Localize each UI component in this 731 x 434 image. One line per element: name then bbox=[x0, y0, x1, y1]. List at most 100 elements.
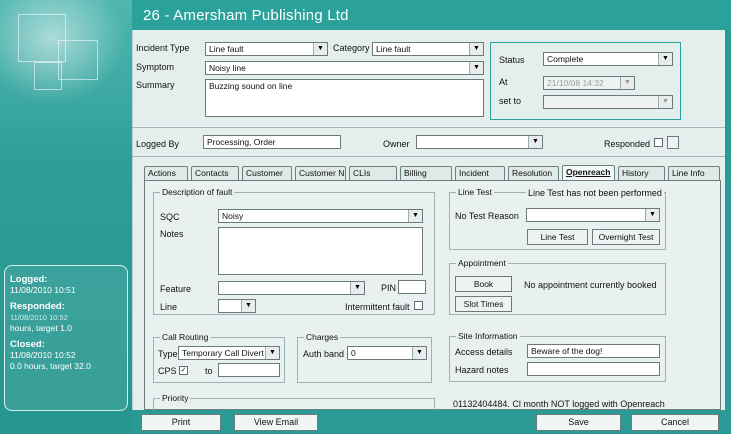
tab-clis[interactable]: CLIs bbox=[349, 166, 397, 180]
tab-billing[interactable]: Billing bbox=[400, 166, 452, 180]
call-routing-group-title: Call Routing bbox=[160, 332, 211, 342]
logged-label: Logged: bbox=[10, 274, 48, 285]
sqc-label: SQC bbox=[160, 212, 180, 222]
logged-by-field[interactable]: Processing, Order bbox=[203, 135, 341, 149]
at-label: At bbox=[499, 77, 508, 87]
sidebar-banner-image bbox=[0, 0, 132, 110]
category-select[interactable]: Line fault ▼ bbox=[372, 42, 484, 56]
slot-times-button[interactable]: Slot Times bbox=[455, 296, 512, 312]
tab-resolution[interactable]: Resolution bbox=[508, 166, 559, 180]
closed-label: Closed: bbox=[10, 339, 45, 350]
sqc-value: Noisy bbox=[222, 211, 244, 221]
line-test-group-title: Line Test bbox=[456, 187, 494, 197]
feature-select[interactable]: ▼ bbox=[218, 281, 365, 295]
to-label: to bbox=[205, 366, 213, 376]
print-button[interactable]: Print bbox=[141, 414, 221, 431]
chevron-down-icon[interactable]: ▼ bbox=[469, 43, 483, 55]
call-routing-type-value: Temporary Call Divert bbox=[182, 348, 264, 358]
owner-select[interactable]: ▼ bbox=[416, 135, 543, 149]
responded-flag-label: Responded bbox=[604, 139, 651, 149]
call-routing-type-select[interactable]: Temporary Call Divert ▼ bbox=[178, 346, 280, 360]
divider bbox=[132, 156, 725, 157]
auth-band-label: Auth band bbox=[303, 349, 345, 359]
chevron-down-icon[interactable]: ▼ bbox=[408, 210, 422, 222]
line-test-button[interactable]: Line Test bbox=[527, 229, 588, 245]
set-to-select[interactable]: ▼ bbox=[543, 95, 673, 109]
tab-customer-notes[interactable]: Customer N bbox=[295, 166, 346, 180]
tab-history[interactable]: History bbox=[618, 166, 665, 180]
category-value: Line fault bbox=[376, 44, 411, 54]
incident-type-select[interactable]: Line fault ▼ bbox=[205, 42, 328, 56]
auth-band-select[interactable]: 0 ▼ bbox=[347, 346, 427, 360]
tab-actions[interactable]: Actions bbox=[144, 166, 188, 180]
chevron-down-icon[interactable]: ▼ bbox=[412, 347, 426, 359]
logged-by-label: Logged By bbox=[136, 139, 180, 149]
responded-value: 11/08/2010 10:52 bbox=[10, 313, 68, 322]
hazard-notes-label: Hazard notes bbox=[455, 365, 509, 375]
chevron-down-icon[interactable]: ▼ bbox=[528, 136, 542, 148]
summary-value: Buzzing sound on line bbox=[209, 81, 293, 91]
chevron-down-icon[interactable]: ▼ bbox=[313, 43, 327, 55]
incident-type-value: Line fault bbox=[209, 44, 244, 54]
chevron-down-icon[interactable]: ▼ bbox=[658, 96, 672, 108]
chevron-down-icon[interactable]: ▼ bbox=[350, 282, 364, 294]
tab-openreach[interactable]: Openreach bbox=[562, 165, 615, 180]
line-test-status: Line Test has not been performed bbox=[526, 188, 664, 198]
pin-field[interactable] bbox=[398, 280, 426, 294]
symptom-select[interactable]: Noisy line ▼ bbox=[205, 61, 484, 75]
chevron-down-icon[interactable]: ▼ bbox=[265, 347, 279, 359]
cps-label: CPS bbox=[158, 366, 177, 376]
view-email-button[interactable]: View Email bbox=[234, 414, 318, 431]
closed-value: 11/08/2010 10:52 bbox=[10, 350, 76, 360]
appointment-group-title: Appointment bbox=[456, 258, 508, 268]
status-date-field[interactable]: 21/10/08 14:32 ▼ bbox=[543, 76, 635, 90]
tab-incident[interactable]: Incident bbox=[455, 166, 505, 180]
responded-checkbox[interactable] bbox=[654, 138, 663, 147]
summary-textarea[interactable]: Buzzing sound on line bbox=[205, 79, 484, 117]
book-button[interactable]: Book bbox=[455, 276, 512, 292]
chevron-down-icon[interactable]: ▼ bbox=[241, 300, 255, 312]
tab-contacts[interactable]: Contacts bbox=[191, 166, 239, 180]
intermittent-fault-label: Intermittent fault bbox=[345, 302, 410, 312]
responded-detail: hours, target 1.0 bbox=[10, 323, 72, 333]
openreach-footer-note: 01132404484. Cl month NOT logged with Op… bbox=[453, 399, 665, 409]
auth-band-value: 0 bbox=[351, 348, 356, 358]
status-select[interactable]: Complete ▼ bbox=[543, 52, 673, 66]
incident-timing-panel: Logged: 11/08/2010 10:51 Responded: 11/0… bbox=[4, 265, 128, 411]
cancel-button[interactable]: Cancel bbox=[631, 414, 719, 431]
summary-label: Summary bbox=[136, 80, 175, 90]
line-label: Line bbox=[160, 302, 178, 312]
chevron-down-icon[interactable]: ▼ bbox=[645, 209, 659, 221]
overnight-test-button[interactable]: Overnight Test bbox=[592, 229, 660, 245]
tab-line-info[interactable]: Line Info bbox=[668, 166, 720, 180]
save-button[interactable]: Save bbox=[536, 414, 621, 431]
feature-label: Feature bbox=[160, 284, 192, 294]
tab-customer[interactable]: Customer bbox=[242, 166, 292, 180]
cps-checkbox[interactable]: ✓ bbox=[179, 366, 188, 375]
status-label: Status bbox=[499, 55, 525, 65]
responded-label: Responded: bbox=[10, 301, 65, 312]
access-details-value: Beware of the dog! bbox=[531, 346, 603, 356]
cps-to-field[interactable] bbox=[218, 363, 280, 377]
notes-textarea[interactable] bbox=[218, 227, 423, 275]
chevron-down-icon[interactable]: ▼ bbox=[620, 77, 634, 89]
category-label: Category bbox=[333, 43, 370, 53]
closed-detail: 0.0 hours, target 32.0 bbox=[10, 361, 91, 371]
type-label: Type bbox=[158, 349, 178, 359]
access-details-field[interactable]: Beware of the dog! bbox=[527, 344, 660, 358]
intermittent-fault-checkbox[interactable] bbox=[414, 301, 423, 310]
access-details-label: Access details bbox=[455, 347, 513, 357]
responded-button[interactable] bbox=[667, 136, 679, 149]
symptom-label: Symptom bbox=[136, 62, 175, 72]
page-title: 26 - Amersham Publishing Ltd bbox=[143, 7, 349, 24]
status-date-value: 21/10/08 14:32 bbox=[547, 78, 604, 88]
sqc-select[interactable]: Noisy ▼ bbox=[218, 209, 423, 223]
no-test-reason-select[interactable]: ▼ bbox=[526, 208, 660, 222]
divider bbox=[132, 127, 725, 128]
logged-value: 11/08/2010 10:51 bbox=[10, 285, 76, 295]
line-select[interactable]: ▼ bbox=[218, 299, 256, 313]
hazard-notes-field[interactable] bbox=[527, 362, 660, 376]
chevron-down-icon[interactable]: ▼ bbox=[469, 62, 483, 74]
chevron-down-icon[interactable]: ▼ bbox=[658, 53, 672, 65]
no-test-reason-label: No Test Reason bbox=[455, 211, 519, 221]
